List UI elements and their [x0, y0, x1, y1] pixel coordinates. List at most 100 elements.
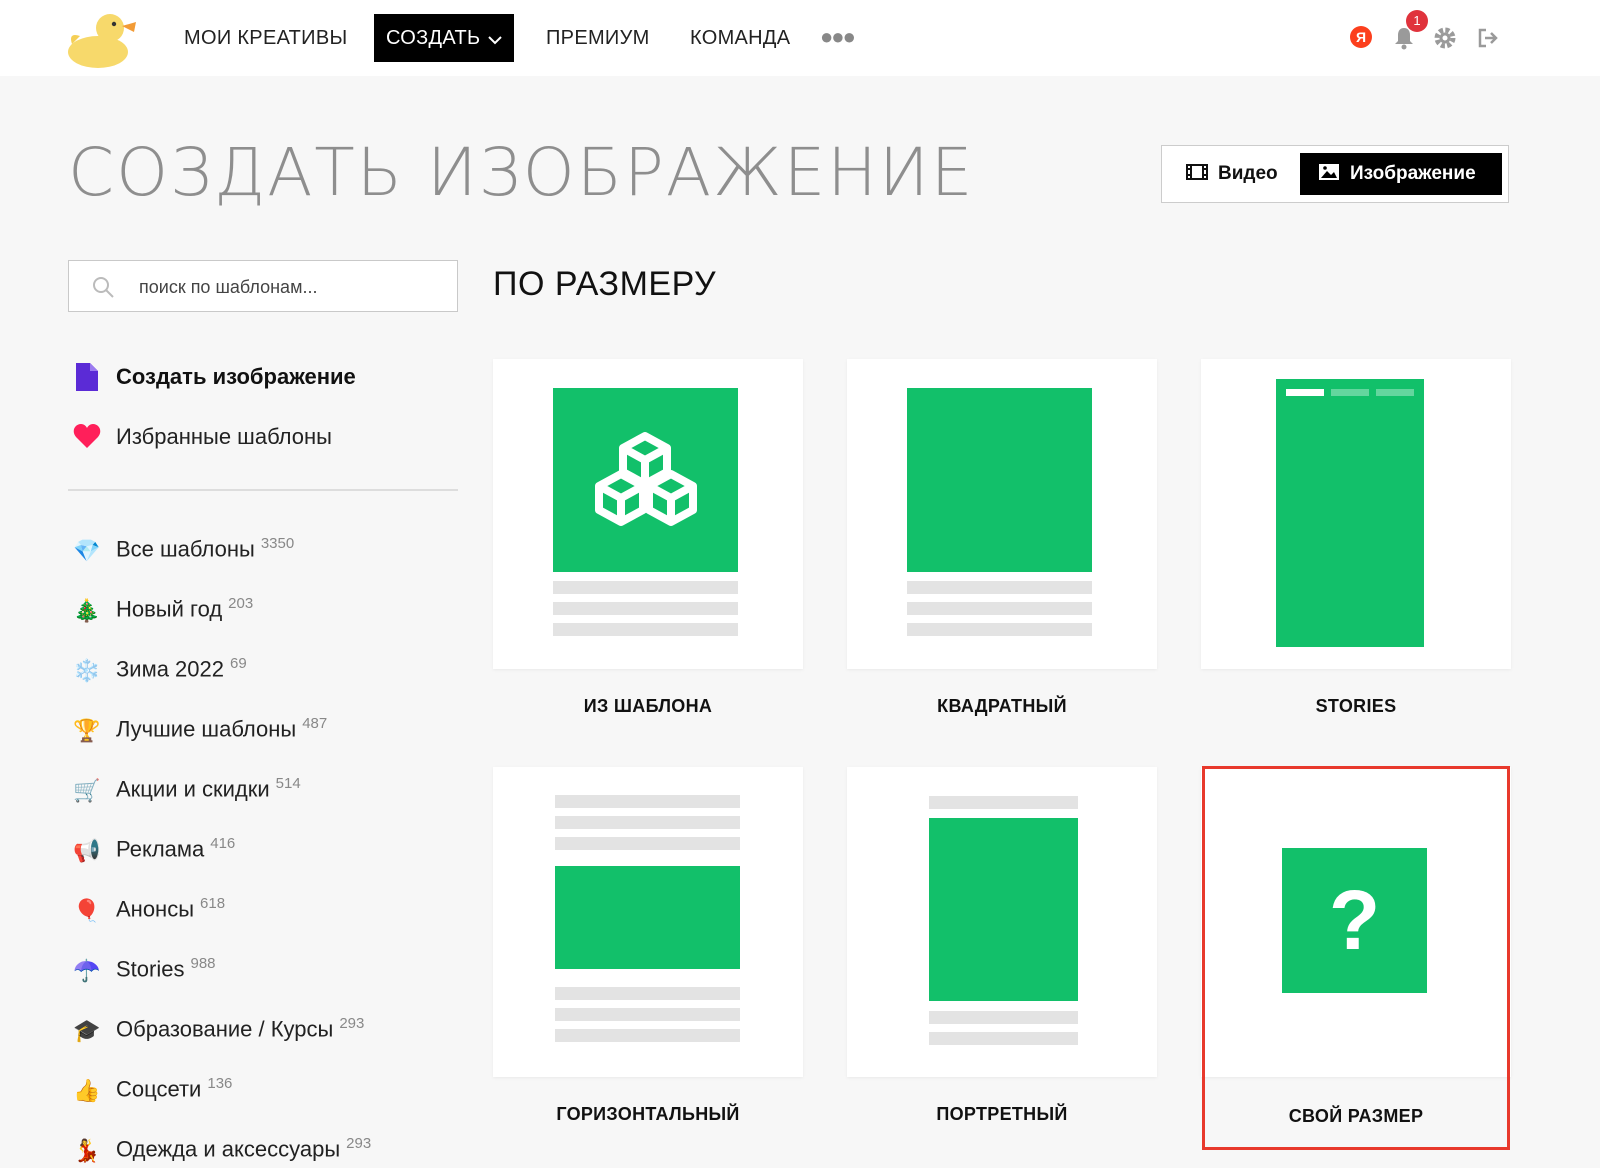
sidebar-category-clothing[interactable]: 💃 Одежда и аксессуары 293: [72, 1126, 372, 1163]
nav-team[interactable]: КОМАНДА: [690, 14, 790, 62]
category-count: 69: [230, 655, 247, 672]
section-title: ПО РАЗМЕРУ: [493, 265, 717, 303]
card-preview: [553, 388, 738, 572]
logout-icon[interactable]: [1476, 26, 1500, 50]
card-label-template: ИЗ ШАБЛОНА: [583, 696, 713, 716]
mode-video-label: Видео: [1218, 163, 1278, 184]
document-icon: [72, 363, 102, 393]
graduation-cap-icon: 🎓: [73, 1017, 101, 1043]
sidebar-category-best[interactable]: 🏆 Лучшие шаблоны 487: [72, 706, 328, 743]
card-preview: [555, 866, 740, 969]
category-count: 416: [210, 835, 236, 852]
nav-premium[interactable]: ПРЕМИУМ: [546, 14, 650, 62]
placeholder-line: [553, 581, 738, 594]
thumbs-up-icon: 👍: [73, 1077, 101, 1103]
dancer-icon: 💃: [73, 1137, 101, 1163]
gear-icon[interactable]: [1433, 26, 1457, 50]
category-count: 988: [190, 955, 216, 972]
placeholder-line: [553, 623, 738, 636]
mode-switch: Видео Изображение: [1161, 145, 1509, 203]
card-label-stories: STORIES: [1315, 696, 1397, 716]
yandex-icon[interactable]: Я: [1350, 26, 1372, 48]
mode-image-button[interactable]: Изображение: [1300, 153, 1502, 195]
duck-logo-icon[interactable]: [68, 8, 138, 68]
sidebar-category-sales[interactable]: 🛒 Акции и скидки 514: [72, 766, 301, 803]
size-card-template[interactable]: [493, 359, 803, 669]
christmas-tree-icon: 🎄: [73, 597, 101, 623]
sidebar-category-announcements[interactable]: 🎈 Анонсы 618: [72, 886, 226, 923]
category-count: 487: [302, 715, 328, 732]
template-search: [68, 260, 458, 312]
sidebar-category-ads[interactable]: 📢 Реклама 416: [72, 826, 236, 863]
nav-create-label: СОЗДАТЬ: [386, 27, 481, 49]
card-preview: [1276, 379, 1424, 647]
card-label-horizontal: ГОРИЗОНТАЛЬНЫЙ: [556, 1104, 740, 1124]
top-navigation-bar: МОИ КРЕАТИВЫ СОЗДАТЬ ПРЕМИУМ КОМАНДА ●●●…: [0, 0, 1600, 76]
category-count: 136: [207, 1075, 233, 1092]
snowflake-icon: ❄️: [73, 657, 101, 683]
category-label: Зима 2022: [116, 656, 224, 682]
story-progress-bar: [1376, 389, 1414, 396]
category-label: Акции и скидки: [116, 776, 270, 802]
size-card-horizontal[interactable]: [493, 767, 803, 1077]
size-card-custom[interactable]: ?: [1201, 767, 1511, 1077]
card-label-portrait: ПОРТРЕТНЫЙ: [936, 1104, 1068, 1124]
question-mark-icon: ?: [1282, 848, 1427, 993]
card-preview: [907, 388, 1092, 572]
size-card-square[interactable]: [847, 359, 1157, 669]
mode-video-button[interactable]: Видео: [1186, 153, 1278, 195]
page-title: СОЗДАТЬ ИЗОБРАЖЕНИЕ: [68, 134, 975, 211]
placeholder-line: [929, 796, 1078, 809]
image-icon: [1319, 164, 1339, 181]
size-card-stories[interactable]: [1201, 359, 1511, 669]
placeholder-line: [929, 1011, 1078, 1024]
placeholder-line: [555, 1029, 740, 1042]
category-count: 293: [346, 1135, 372, 1152]
category-count: 3350: [260, 535, 295, 552]
story-progress-bar: [1331, 389, 1369, 396]
nav-create-dropdown[interactable]: СОЗДАТЬ: [374, 14, 515, 63]
sidebar-item-create-image[interactable]: Создать изображение: [72, 359, 356, 395]
category-label: Лучшие шаблоны: [116, 716, 297, 742]
placeholder-line: [907, 581, 1092, 594]
sidebar-category-winter[interactable]: ❄️ Зима 2022 69: [72, 646, 247, 683]
heart-icon: [72, 423, 102, 453]
balloon-icon: 🎈: [73, 897, 101, 923]
category-label: Соцсети: [116, 1076, 202, 1102]
mode-image-label: Изображение: [1350, 163, 1476, 184]
placeholder-line: [907, 623, 1092, 636]
category-label: Анонсы: [116, 896, 195, 922]
chevron-down-icon: [488, 15, 503, 63]
category-count: 514: [275, 775, 301, 792]
sidebar-category-stories[interactable]: ☂️ Stories 988: [72, 946, 216, 983]
placeholder-line: [555, 795, 740, 808]
card-preview: [929, 818, 1078, 1001]
category-label: Образование / Курсы: [116, 1016, 334, 1042]
nav-my-creatives[interactable]: МОИ КРЕАТИВЫ: [184, 14, 348, 62]
sidebar-divider: [68, 489, 458, 491]
sidebar-category-new-year[interactable]: 🎄 Новый год 203: [72, 586, 253, 623]
sidebar-category-all[interactable]: 💎 Все шаблоны 3350: [72, 526, 295, 563]
category-count: 618: [200, 895, 226, 912]
sidebar-category-education[interactable]: 🎓 Образование / Курсы 293: [72, 1006, 365, 1043]
card-label-custom: СВОЙ РАЗМЕР: [1288, 1106, 1424, 1126]
film-icon: [1186, 164, 1208, 181]
story-progress-bar: [1286, 389, 1324, 396]
category-label: Stories: [116, 956, 185, 982]
shopping-cart-icon: 🛒: [73, 777, 101, 803]
placeholder-line: [555, 1008, 740, 1021]
category-label: Новый год: [116, 596, 223, 622]
placeholder-line: [929, 1032, 1078, 1045]
more-menu-icon[interactable]: ●●●: [820, 24, 856, 50]
placeholder-line: [555, 837, 740, 850]
card-label-square: КВАДРАТНЫЙ: [937, 696, 1067, 716]
size-card-portrait[interactable]: [847, 767, 1157, 1077]
sidebar-category-social[interactable]: 👍 Соцсети 136: [72, 1066, 233, 1103]
placeholder-line: [555, 987, 740, 1000]
megaphone-icon: 📢: [73, 837, 101, 863]
category-count: 293: [339, 1015, 365, 1032]
category-label: Все шаблоны: [116, 536, 255, 562]
sidebar-item-favorites[interactable]: Избранные шаблоны: [72, 419, 332, 455]
search-input[interactable]: [139, 273, 439, 301]
notification-count-badge: 1: [1406, 10, 1428, 32]
